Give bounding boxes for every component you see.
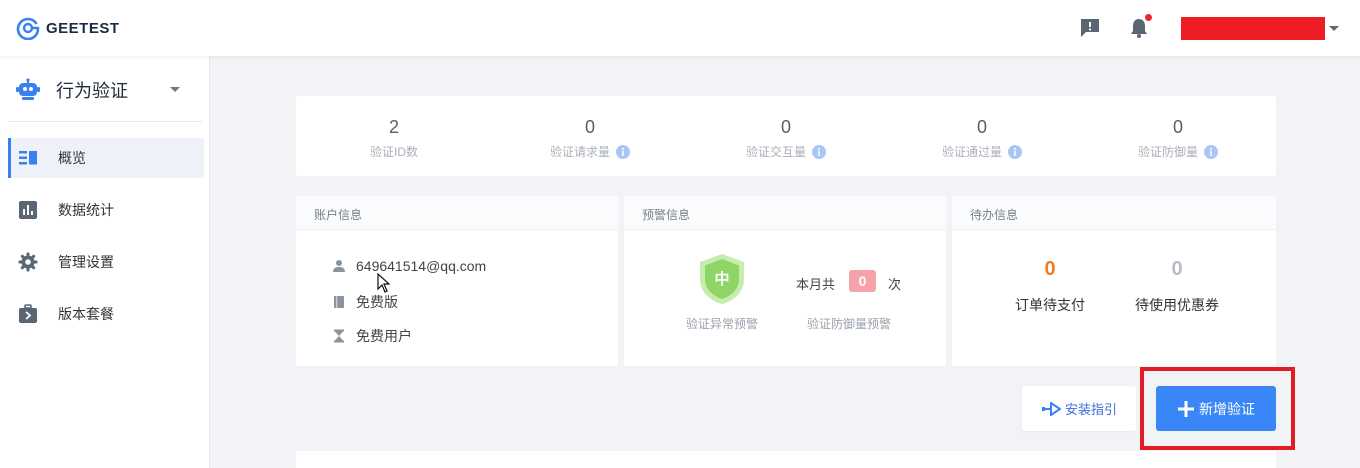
account-user-type: 免费用户 xyxy=(356,328,412,344)
product-switcher[interactable]: 行为验证 xyxy=(16,78,196,102)
bar-chart-icon xyxy=(19,201,37,219)
account-email-row: 649641514@qq.com xyxy=(332,258,486,274)
stat-value: 2 xyxy=(388,117,399,137)
sidebar-item-package[interactable]: 版本套餐 xyxy=(8,294,204,334)
sidebar-item-label: 数据统计 xyxy=(58,202,114,218)
account-plan-row: 免费版 xyxy=(332,292,398,312)
stat-label: 验证防御量 xyxy=(1080,143,1276,160)
todo-coupons-label: 待使用优惠券 xyxy=(1135,297,1219,313)
warning-level: 中 xyxy=(714,270,729,288)
stat-value: 0 xyxy=(780,117,791,137)
stat-verification-ids: 2 验证ID数 xyxy=(296,96,492,176)
stat-value: 0 xyxy=(584,117,595,137)
robot-icon xyxy=(16,78,40,100)
add-verification-button[interactable]: 新增验证 xyxy=(1156,386,1276,431)
info-icon[interactable] xyxy=(1204,144,1218,159)
todo-pending-orders[interactable]: 0 订单待支付 xyxy=(990,258,1110,315)
panel-header: 预警信息 xyxy=(624,196,946,230)
sidebar-item-label: 管理设置 xyxy=(58,254,114,270)
geetest-logo-icon xyxy=(16,17,40,40)
sidebar-item-settings[interactable]: 管理设置 xyxy=(8,242,204,282)
panel-title: 账户信息 xyxy=(314,208,363,222)
chevron-down-icon xyxy=(170,87,180,92)
panel-title: 待办信息 xyxy=(970,208,1019,222)
warning-level-caption: 验证异常预警 xyxy=(686,317,759,331)
user-account-redacted[interactable] xyxy=(1181,17,1325,40)
account-user-type-row: 免费用户 xyxy=(332,326,412,346)
product-name: 行为验证 xyxy=(56,81,128,101)
panel-header: 账户信息 xyxy=(296,196,618,230)
stat-defenses: 0 验证防御量 xyxy=(1080,96,1276,176)
stat-label: 验证ID数 xyxy=(296,143,492,160)
info-icon[interactable] xyxy=(1008,144,1022,159)
warning-unit: 次 xyxy=(888,277,902,292)
todo-info-panel: 待办信息 0 订单待支付 0 待使用优惠券 xyxy=(952,196,1276,366)
stat-label-text: 验证交互量 xyxy=(745,145,806,159)
user-icon xyxy=(333,260,345,272)
stat-label-text: 验证通过量 xyxy=(941,145,1002,159)
stats-card: 2 验证ID数 0 验证请求量 0 验证交互量 0 验证通过量 0 验证防御量 xyxy=(296,96,1276,176)
warning-count-caption: 验证防御量预警 xyxy=(807,317,892,331)
sidebar-item-overview[interactable]: 概览 xyxy=(8,138,204,178)
plus-icon xyxy=(1178,400,1194,417)
stat-interactions: 0 验证交互量 xyxy=(688,96,884,176)
brand-name: GEETEST xyxy=(46,19,120,37)
hourglass-icon xyxy=(334,329,344,343)
panel-title: 预警信息 xyxy=(642,208,691,222)
top-bar: GEETEST xyxy=(0,0,1360,56)
package-icon xyxy=(19,304,37,323)
overview-icon xyxy=(19,151,37,165)
stat-passes: 0 验证通过量 xyxy=(884,96,1080,176)
panel-header: 待办信息 xyxy=(952,196,1276,230)
stat-label: 验证通过量 xyxy=(884,143,1080,160)
account-info-panel: 账户信息 649641514@qq.com 免费版 免费用户 xyxy=(296,196,618,366)
warning-month-label: 本月共 xyxy=(796,277,836,292)
user-menu-caret-icon[interactable] xyxy=(1329,26,1339,31)
warning-count-badge: 0 xyxy=(849,270,876,292)
todo-orders-label: 订单待支付 xyxy=(1015,297,1085,313)
todo-unused-coupons[interactable]: 0 待使用优惠券 xyxy=(1117,258,1237,315)
stat-label-text: 验证防御量 xyxy=(1137,145,1198,159)
sidebar-item-label: 版本套餐 xyxy=(58,306,114,322)
notification-badge xyxy=(1145,14,1152,21)
stat-value: 0 xyxy=(976,117,987,137)
arrow-right-icon xyxy=(1041,401,1061,416)
todo-coupons-value: 0 xyxy=(1171,258,1183,280)
account-email: 649641514@qq.com xyxy=(356,258,487,274)
sidebar: 行为验证 概览 数据统计 管理设置 版本套餐 xyxy=(0,56,210,468)
stat-label-text: 验证ID数 xyxy=(369,145,418,159)
stat-label-text: 验证请求量 xyxy=(549,145,610,159)
warning-info-panel: 预警信息 中 验证异常预警 本月共 0 次 验证防御量预警 xyxy=(624,196,946,366)
feedback-message-icon[interactable] xyxy=(1078,16,1102,40)
gear-icon xyxy=(18,252,38,272)
verification-list-card xyxy=(296,451,1276,468)
todo-orders-value: 0 xyxy=(1044,258,1056,280)
stat-requests: 0 验证请求量 xyxy=(492,96,688,176)
install-guide-button[interactable]: 安装指引 xyxy=(1022,386,1136,431)
stat-label: 验证请求量 xyxy=(492,143,688,160)
sidebar-divider xyxy=(8,121,202,122)
shield-icon: 中 xyxy=(700,254,744,304)
book-icon xyxy=(334,296,344,308)
sidebar-item-statistics[interactable]: 数据统计 xyxy=(8,190,204,230)
add-verification-label: 新增验证 xyxy=(1199,400,1255,417)
sidebar-item-label: 概览 xyxy=(58,150,86,166)
stat-label: 验证交互量 xyxy=(688,143,884,160)
geetest-logo[interactable]: GEETEST xyxy=(16,16,120,40)
stat-value: 0 xyxy=(1172,117,1183,137)
install-guide-label: 安装指引 xyxy=(1064,402,1117,417)
info-icon[interactable] xyxy=(616,144,630,159)
account-plan: 免费版 xyxy=(356,294,398,310)
info-icon[interactable] xyxy=(812,144,826,159)
